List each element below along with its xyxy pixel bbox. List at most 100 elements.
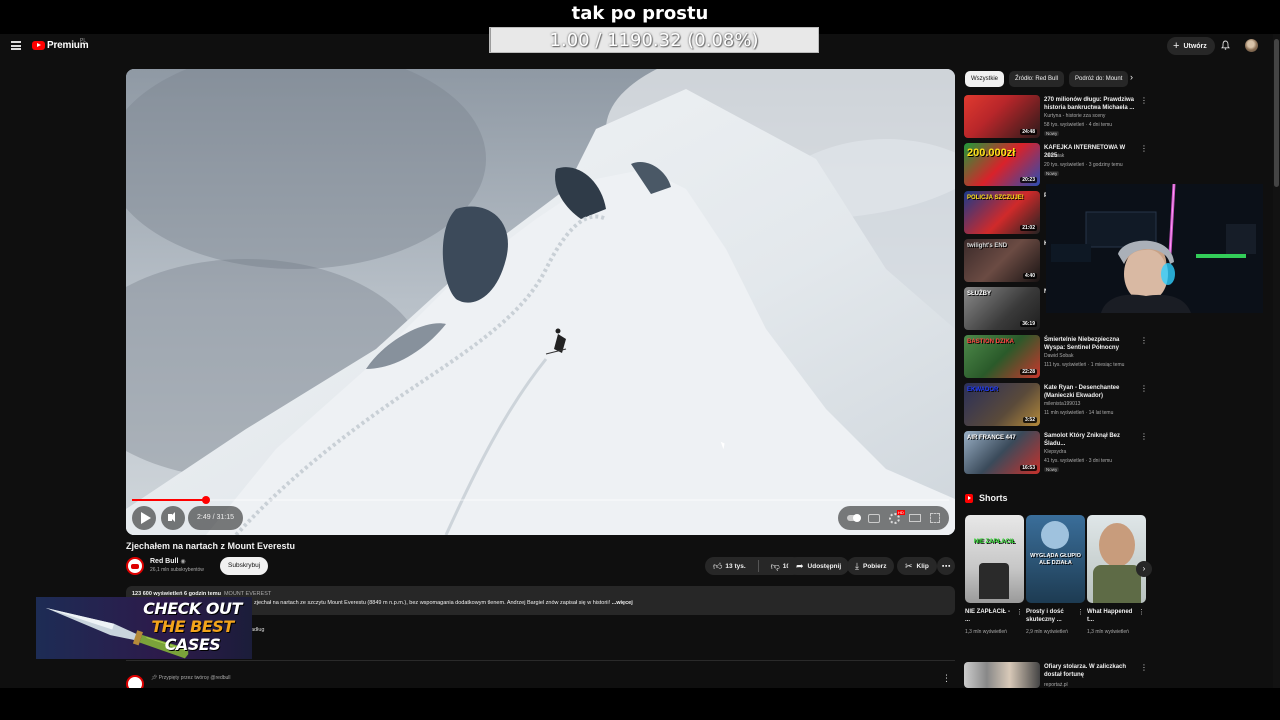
menu-icon[interactable] [11,41,21,50]
pinned-text: Przypięty przez twórcę @redbull [158,675,231,681]
recommendation-channel[interactable]: Kurtyna - historie zza sceny [1044,113,1105,119]
bell-icon[interactable] [1221,40,1230,50]
short-card[interactable]: What Happened t... 1,3 mln wyświetleń ⋮ [1087,515,1146,648]
recommendation-thumbnail[interactable]: twilight's END 4:40 [964,239,1040,282]
recommendation-thumbnail[interactable]: 200.000zł 20:23 [964,143,1040,186]
recommendation-item[interactable]: 200.000zł 20:23 KAFEJKA INTERNETOWA W 2025… [964,143,1149,187]
recommendation-more-icon[interactable]: ⋮ [1140,384,1148,393]
share-button[interactable]: ➦ Udostępnij [788,557,850,575]
video-progress-played [132,499,206,501]
like-button[interactable]: 👍︎ 13 tys. [705,557,754,575]
recommendation-views: 58 tys. wyświetleń · 4 dni temu [1044,122,1113,128]
short-title[interactable]: What Happened t... [1087,608,1137,624]
theater-mode-icon[interactable] [909,514,922,522]
youtube-logo-icon[interactable] [32,41,45,50]
more-actions-button[interactable]: ⋯ [937,557,955,575]
subtitles-icon[interactable] [867,513,880,523]
recommendation-thumbnail[interactable]: 24:48 [964,95,1040,138]
play-icon [141,512,151,524]
page-scrollbar[interactable] [1273,34,1280,688]
recommendation-more-icon[interactable]: ⋮ [1140,96,1148,105]
mute-button[interactable] [161,506,185,530]
recommendation-title[interactable]: Kate Ryan - Desenchantee (Manieczki Ekwa… [1044,384,1136,400]
recommendation-title[interactable]: Ofiary stolarza. W zaliczkach dostał for… [1044,663,1136,679]
fullscreen-icon[interactable] [930,513,941,523]
shorts-heading: Shorts [965,493,1008,503]
stream-overlay-title: tak po prostu [571,3,709,24]
channel-avatar[interactable] [126,557,144,575]
play-button[interactable] [132,506,156,530]
recommendation-more-icon[interactable]: ⋮ [1140,336,1148,345]
recommendation-thumbnail[interactable]: AIR FRANCE 447 16:53 [964,431,1040,474]
shorts-next-chevron-icon[interactable]: › [1136,561,1152,577]
channel-name[interactable]: Red Bull ◉ [150,558,186,565]
short-more-icon[interactable]: ⋮ [1077,608,1084,616]
recommendation-item[interactable]: EKWADOR 3:52 Kate Ryan - Desenchantee (Man… [964,383,1149,427]
settings-gear-icon[interactable] [888,509,905,524]
video-progress-knob[interactable] [201,496,210,504]
short-title[interactable]: Prosty i dość skuteczny ... [1026,608,1076,624]
donation-goal-bar: 1.00 / 1190.32 (0.08%) [489,27,819,53]
recommendation-thumbnail[interactable]: BASTION DZIKA 22:28 [964,335,1040,378]
donation-goal-text: 1.00 / 1190.32 (0.08%) [549,30,759,51]
recommendation-thumbnail[interactable]: POLICJA SZCZUJE! 21:02 [964,191,1040,234]
short-thumb-figure [1041,521,1069,549]
recommendation-more-icon[interactable]: ⋮ [1140,432,1148,441]
clip-button[interactable]: ✂ Klip [897,557,937,575]
streamer-webcam [1046,184,1263,313]
ad-line-1: CHECK OUT [143,599,242,618]
short-thumbnail[interactable]: NIE ZAPŁACIŁ [965,515,1024,603]
chip-travel[interactable]: Podróż do: Mount [1069,71,1129,87]
thumbnail-text: AIR FRANCE 447 [967,435,1016,441]
like-separator [757,560,759,572]
recommendation-title[interactable]: Śmiertelnie Niebezpieczna Wyspa: Sentine… [1044,336,1136,352]
autoplay-toggle-icon[interactable] [846,514,861,522]
recommendation-item[interactable]: BASTION DZIKA 22:28 Śmiertelnie Niebezpiec… [964,335,1149,379]
recommendation-more-icon[interactable]: ⋮ [1140,144,1148,153]
short-thumbnail[interactable]: WYGLĄDA GŁUPIO ALE DZIAŁA [1026,515,1085,603]
recommendation-channel[interactable]: milenista199013 [1044,401,1080,407]
short-more-icon[interactable]: ⋮ [1016,608,1023,616]
chevron-right-icon[interactable]: › [1130,72,1133,82]
recommendation-channel[interactable]: Ziemniak [1044,153,1064,159]
short-views: 1,3 mln wyświetleń [1087,629,1129,635]
comment-more-icon[interactable]: ⋮ [942,673,951,684]
duration-badge: 3:52 [1022,417,1037,423]
recommendation-item[interactable]: AIR FRANCE 447 16:53 Samolot Który Zniknął… [964,431,1149,475]
video-progress-bar[interactable] [132,496,949,504]
thumbnail-text: POLICJA SZCZUJE! [967,195,1024,201]
description-more-link[interactable]: ...więcej [612,600,633,606]
plus-icon: + [1173,39,1180,52]
recommendation-title[interactable]: 270 milionów długu: Prawdziwa historia b… [1044,96,1136,112]
short-card[interactable]: NIE ZAPŁACIŁ NIE ZAPŁACIŁ - ... 1,3 mln … [965,515,1024,648]
recommendation-thumbnail[interactable]: EKWADOR 3:52 [964,383,1040,426]
recommendation-item[interactable]: 24:48 270 milionów długu: Prawdziwa histo… [964,95,1149,139]
recommendation-thumbnail[interactable]: SŁUŻBY 36:19 [964,287,1040,330]
short-title[interactable]: NIE ZAPŁACIŁ - ... [965,608,1015,624]
chip-source[interactable]: Źródło: Red Bull [1009,71,1065,87]
subscribe-button[interactable]: Subskrybuj [220,557,269,575]
ad-line-3: CASES [164,635,221,654]
thumbnail-text: 200.000zł [967,147,1016,159]
short-thumbnail[interactable] [1087,515,1146,603]
description-text: zjechał na nartach ze szczytu Mount Ever… [254,600,633,606]
duration-badge: 16:53 [1020,465,1037,471]
download-label: Pobierz [862,562,887,570]
recommendation-more-icon[interactable]: ⋮ [1140,663,1148,672]
recommendation-title[interactable]: Samolot Który Zniknął Bez Śladu... [1044,432,1136,448]
recommendation-thumbnail[interactable] [964,662,1040,688]
video-player[interactable]: 2:49 / 31:15 [126,69,955,535]
recommendation-channel[interactable]: Klepsydra [1044,449,1066,455]
chip-all[interactable]: Wszystkie [965,71,1004,87]
short-thumb-figure [979,563,1009,599]
user-avatar[interactable] [1245,39,1258,52]
create-button[interactable]: + Utwórz [1167,37,1215,55]
country-code: PL [80,38,87,44]
short-card[interactable]: WYGLĄDA GŁUPIO ALE DZIAŁA Prosty i dość … [1026,515,1085,648]
download-button[interactable]: ⤓ Pobierz [847,557,895,575]
scrollbar-thumb[interactable] [1274,39,1279,187]
recommendation-channel[interactable]: Dawid Sobak [1044,353,1073,359]
channel-name-text[interactable]: Red Bull [150,558,178,565]
short-more-icon[interactable]: ⋮ [1138,608,1145,616]
player-right-controls [838,506,949,530]
